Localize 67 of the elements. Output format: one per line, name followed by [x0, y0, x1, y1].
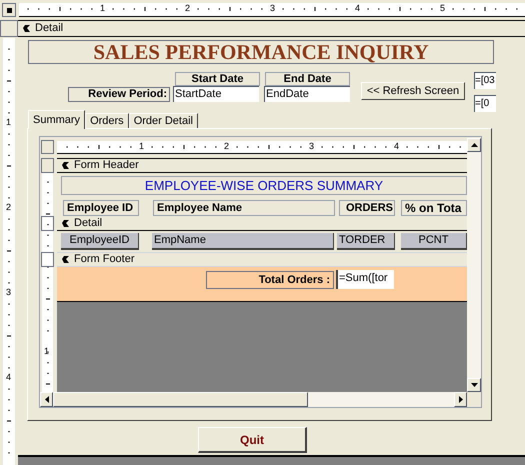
header-title-label[interactable]: EMPLOYEE-WISE ORDERS SUMMARY	[61, 176, 467, 195]
tab[interactable]: Summary	[28, 110, 86, 129]
arrow-icon	[61, 255, 70, 264]
column-label[interactable]: Employee ID	[63, 200, 139, 216]
total-label[interactable]: Total Orders :	[206, 271, 334, 289]
section-selector[interactable]	[41, 158, 54, 173]
horizontal-scrollbar[interactable]	[40, 392, 467, 407]
section-bar[interactable]: Detail	[57, 216, 467, 231]
section-label: Form Footer	[74, 254, 135, 265]
refresh-button[interactable]: << Refresh Screen	[361, 82, 465, 100]
input-field[interactable]: EndDate	[264, 86, 350, 102]
column-label[interactable]: Employee Name	[153, 200, 335, 216]
ruler-number: 3	[6, 288, 12, 297]
arrow-icon	[61, 218, 70, 228]
section-selector[interactable]	[0, 20, 18, 37]
section-label: Detail	[74, 218, 102, 228]
ruler-number: 2	[224, 142, 230, 151]
section-label: Form Header	[74, 160, 139, 171]
down-arrow-icon	[470, 383, 478, 387]
ruler-number: 3	[270, 4, 276, 13]
ruler-number: 4	[394, 142, 400, 151]
column-label[interactable]: % on Tota	[401, 200, 467, 216]
section-selector[interactable]	[41, 216, 54, 231]
right-arrow-icon	[458, 396, 462, 403]
field-label[interactable]: Start Date	[175, 72, 260, 86]
section-selector[interactable]	[41, 252, 54, 267]
title-label[interactable]: SALES PERFORMANCE INQUIRY	[28, 40, 494, 64]
section-label: Detail	[35, 23, 64, 34]
column-label[interactable]: ORDERS	[339, 200, 395, 216]
input-field[interactable]: =[0	[474, 95, 496, 112]
tab[interactable]: Order Detail	[128, 113, 198, 129]
ruler-corner[interactable]	[2, 3, 16, 17]
scroll-thumb[interactable]	[53, 392, 308, 407]
ruler-number: 1	[100, 4, 106, 13]
bound-field[interactable]: PCNT	[401, 233, 467, 250]
ruler-number: 1	[6, 118, 12, 127]
scroll-down-button[interactable]	[467, 378, 481, 392]
section-bar[interactable]: Form Header	[57, 158, 467, 173]
section-bar[interactable]: Detail	[18, 20, 525, 37]
bound-field[interactable]: EmployeeID	[61, 233, 139, 250]
select-icon	[6, 8, 12, 12]
input-field[interactable]: =[03	[474, 72, 496, 89]
quit-button[interactable]: Quit	[198, 427, 307, 453]
bound-field[interactable]: TORDER	[337, 233, 395, 250]
arrow-icon	[22, 24, 31, 33]
scroll-right-button[interactable]	[454, 392, 467, 407]
section-bar[interactable]: Form Footer	[57, 252, 467, 267]
tab[interactable]: Orders	[85, 113, 129, 129]
ruler-number: 2	[6, 203, 12, 212]
field-label[interactable]: Review Period:	[68, 87, 170, 102]
input-field[interactable]: =Sum([tor	[336, 270, 394, 289]
ruler-number: 5	[440, 4, 446, 13]
ruler-number: 2	[185, 4, 190, 13]
up-arrow-icon	[470, 143, 478, 147]
arrow-icon	[61, 161, 70, 170]
ruler-number: 3	[309, 142, 314, 151]
vertical-scrollbar[interactable]	[467, 138, 481, 392]
field-label[interactable]: End Date	[265, 72, 350, 86]
ruler-number: 1	[44, 347, 50, 356]
bound-field[interactable]: EmpName	[152, 233, 334, 250]
input-field[interactable]: StartDate	[173, 86, 259, 102]
ruler-number: 4	[355, 4, 360, 13]
left-arrow-icon	[44, 396, 48, 403]
scroll-left-button[interactable]	[40, 392, 53, 407]
scroll-up-button[interactable]	[467, 138, 481, 152]
ruler-number: 4	[6, 373, 12, 382]
ruler-number: 1	[139, 142, 144, 151]
